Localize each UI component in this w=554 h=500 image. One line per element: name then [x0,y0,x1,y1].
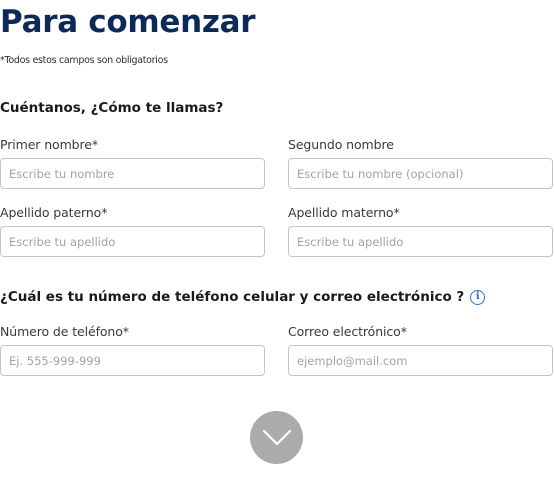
chevron-down-icon [262,429,291,445]
middle-name-label: Segundo nombre [288,137,394,152]
scroll-down-button[interactable] [250,411,303,464]
maternal-surname-input[interactable] [288,226,553,257]
phone-input[interactable] [0,345,265,376]
phone-label: Número de teléfono* [0,324,129,339]
maternal-surname-field: Apellido materno* [288,205,553,257]
contact-section-title: ¿Cuál es tu número de teléfono celular y… [0,289,465,305]
email-label: Correo electrónico* [288,324,407,339]
email-field: Correo electrónico* [288,324,553,376]
paternal-surname-field: Apellido paterno* [0,205,265,257]
page-title: Para comenzar [0,4,256,40]
first-name-label: Primer nombre* [0,137,98,152]
first-name-input[interactable] [0,158,265,189]
name-section-title: Cuéntanos, ¿Cómo te llamas? [0,100,224,116]
middle-name-input[interactable] [288,158,553,189]
paternal-surname-input[interactable] [0,226,265,257]
phone-field: Número de teléfono* [0,324,265,376]
paternal-surname-label: Apellido paterno* [0,205,108,220]
contact-section-header: ¿Cuál es tu número de teléfono celular y… [0,289,486,305]
email-input[interactable] [288,345,553,376]
required-fields-note: *Todos estos campos son obligatorios [0,55,168,66]
middle-name-field: Segundo nombre [288,137,553,189]
first-name-field: Primer nombre* [0,137,265,189]
info-icon[interactable]: i [470,289,486,305]
maternal-surname-label: Apellido materno* [288,205,400,220]
